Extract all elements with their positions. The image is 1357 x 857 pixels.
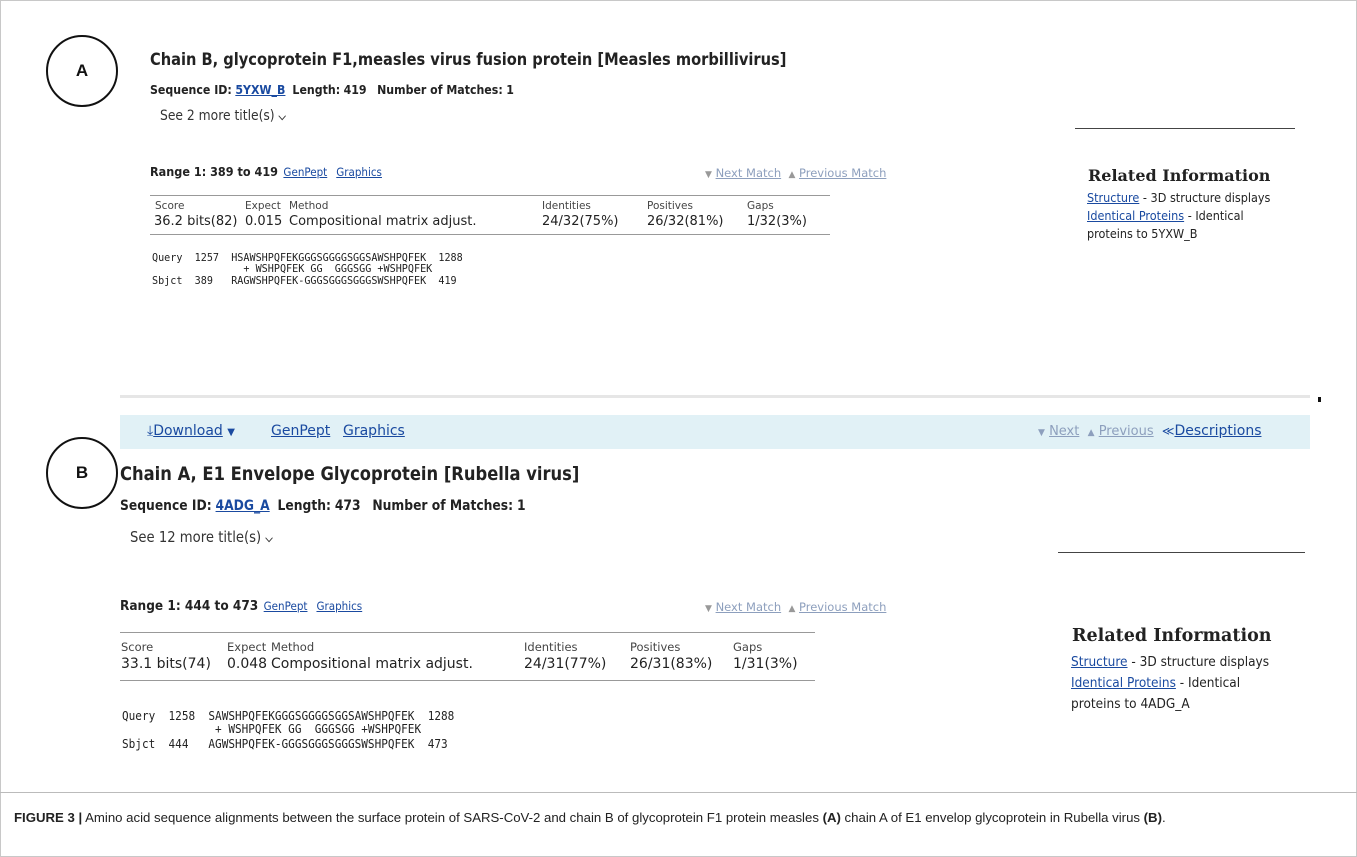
alignment-match: + WSHPQFEK GG GGGSGG +WSHPQFEK <box>152 262 433 275</box>
value-gaps: 1/32(3%) <box>747 214 807 229</box>
range-header: Range 1: 444 to 473 GenPept Graphics <box>120 598 363 614</box>
range-header: Range 1: 389 to 419 GenPept Graphics <box>150 164 382 179</box>
genpept-link[interactable]: GenPept <box>283 165 327 179</box>
stats-table: Score Expect Method Identities Positives… <box>154 200 835 232</box>
stats-table: Score Expect Method Identities Positives… <box>121 640 821 674</box>
double-left-arrow-icon: ≪ <box>1161 424 1175 438</box>
previous-link[interactable]: Previous <box>1099 424 1154 439</box>
genpept-link[interactable]: GenPept <box>271 423 330 439</box>
value-identities: 24/31(77%) <box>524 656 607 672</box>
chevron-down-icon: ⌵ <box>265 532 273 545</box>
structure-link[interactable]: Structure <box>1087 190 1139 205</box>
header-expect: Expect <box>227 640 267 654</box>
header-method: Method <box>271 640 315 654</box>
stats-top-rule <box>120 632 815 633</box>
toolbar-nav: ▼ Next ▲ Previous ≪Descriptions <box>1038 423 1262 439</box>
download-menu[interactable]: ⤓Download ▼ <box>147 423 235 439</box>
related-info-list: Structure - 3D structure displays Identi… <box>1071 654 1270 712</box>
identical-proteins-link[interactable]: Identical Proteins <box>1087 208 1184 223</box>
panel-a-sequence-meta: Sequence ID: 5YXW_B Length: 419 Number o… <box>150 82 514 97</box>
scroll-marker <box>1318 397 1321 402</box>
identical-proteins-link[interactable]: Identical Proteins <box>1071 675 1176 691</box>
graphics-link[interactable]: Graphics <box>316 599 362 613</box>
value-expect: 0.015 <box>245 214 283 229</box>
value-gaps: 1/31(3%) <box>733 656 798 672</box>
stats-bottom-rule <box>150 234 830 235</box>
value-positives: 26/31(83%) <box>630 656 713 672</box>
panel-a-title: Chain B, glycoprotein F1,measles virus f… <box>150 50 787 70</box>
alignment-block: Query 1257 HSAWSHPQFEKGGGSGGGGSGGSAWSHPQ… <box>152 252 463 286</box>
structure-link[interactable]: Structure <box>1071 654 1128 670</box>
value-method: Compositional matrix adjust. <box>271 656 473 672</box>
value-score: 33.1 bits(74) <box>121 656 211 672</box>
header-score: Score <box>121 640 154 654</box>
see-more-titles-link[interactable]: See 12 more title(s) ⌵ <box>130 528 273 546</box>
triangle-down-icon: ▼ <box>705 170 712 180</box>
section-separator <box>120 395 1310 398</box>
header-expect: Expect <box>245 200 281 212</box>
header-score: Score <box>155 200 185 212</box>
previous-match-link[interactable]: Previous Match <box>799 600 886 614</box>
chevron-down-icon: ⌵ <box>278 110 286 123</box>
header-identities: Identities <box>542 200 591 212</box>
header-positives: Positives <box>630 640 681 654</box>
triangle-up-icon: ▲ <box>788 604 796 614</box>
result-toolbar: ⤓Download ▼ GenPept Graphics ▼ Next ▲ Pr… <box>120 415 1310 449</box>
see-more-titles-link[interactable]: See 2 more title(s) ⌵ <box>160 108 286 124</box>
divider <box>1058 552 1305 553</box>
related-info-title: Related Information <box>1072 626 1272 646</box>
value-positives: 26/32(81%) <box>647 214 724 229</box>
header-gaps: Gaps <box>733 640 763 654</box>
header-gaps: Gaps <box>747 200 774 212</box>
chevron-down-icon: ▼ <box>227 427 235 438</box>
triangle-down-icon: ▼ <box>705 604 712 614</box>
sequence-id-link[interactable]: 4ADG_A <box>216 498 270 514</box>
header-positives: Positives <box>647 200 693 212</box>
triangle-up-icon: ▲ <box>788 170 796 180</box>
alignment-match: + WSHPQFEK GG GGGSGG +WSHPQFEK <box>122 722 422 736</box>
match-nav: ▼ Next Match ▲ Previous Match <box>705 166 886 180</box>
alignment-subject: Sbjct 444 AGWSHPQFEK-GGGSGGGSGGGSWSHPQFE… <box>122 737 448 751</box>
panel-b-title: Chain A, E1 Envelope Glycoprotein [Rubel… <box>120 463 580 485</box>
triangle-down-icon: ▼ <box>1038 428 1045 438</box>
alignment-subject: Sbjct 389 RAGWSHPQFEK-GGGSGGGSGGGSWSHPQF… <box>152 274 457 287</box>
caption-separator <box>0 792 1357 793</box>
triangle-up-icon: ▲ <box>1087 428 1095 438</box>
next-match-link[interactable]: Next Match <box>716 166 782 180</box>
value-expect: 0.048 <box>227 656 268 672</box>
sequence-id-link[interactable]: 5YXW_B <box>235 82 285 97</box>
related-info-list: Structure - 3D structure displays Identi… <box>1087 190 1271 241</box>
stats-top-rule <box>150 195 830 196</box>
value-score: 36.2 bits(82) <box>154 214 238 229</box>
graphics-link[interactable]: Graphics <box>336 165 382 179</box>
descriptions-link[interactable]: Descriptions <box>1174 423 1261 439</box>
next-match-link[interactable]: Next Match <box>716 600 782 614</box>
stats-bottom-rule <box>120 680 815 681</box>
panel-b-sequence-meta: Sequence ID: 4ADG_A Length: 473 Number o… <box>120 498 526 514</box>
genpept-link[interactable]: GenPept <box>264 599 308 613</box>
related-info-title: Related Information <box>1088 166 1271 185</box>
next-link[interactable]: Next <box>1049 424 1079 439</box>
match-nav: ▼ Next Match ▲ Previous Match <box>705 600 886 614</box>
previous-match-link[interactable]: Previous Match <box>799 166 886 180</box>
alignment-block: Query 1258 SAWSHPQFEKGGGSGGGGSGGSAWSHPQF… <box>122 710 454 751</box>
graphics-link[interactable]: Graphics <box>343 423 405 439</box>
value-method: Compositional matrix adjust. <box>289 214 477 229</box>
header-method: Method <box>289 200 329 212</box>
divider <box>1075 128 1295 129</box>
value-identities: 24/32(75%) <box>542 214 619 229</box>
header-identities: Identities <box>524 640 578 654</box>
panel-a-label: A <box>46 35 118 107</box>
panel-b-label: B <box>46 437 118 509</box>
figure-caption: FIGURE 3 | Amino acid sequence alignment… <box>14 810 1166 825</box>
